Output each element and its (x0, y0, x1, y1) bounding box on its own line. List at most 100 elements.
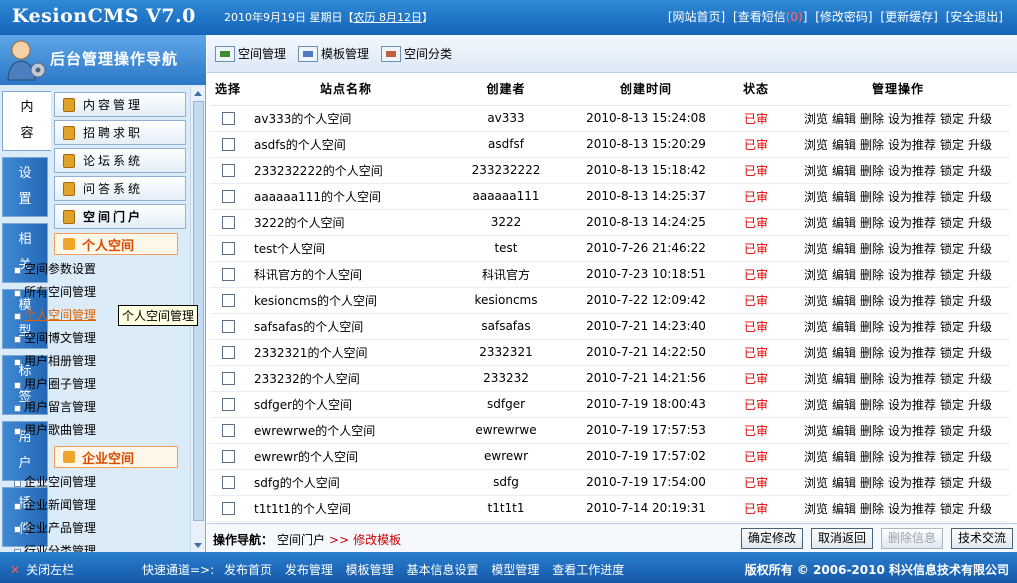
menu-message-manage[interactable]: 用户留言管理 (12, 396, 186, 419)
row-op-button[interactable]: 锁定 (940, 320, 964, 334)
row-op-button[interactable]: 浏览 (804, 320, 828, 334)
row-op-button[interactable]: 浏览 (804, 294, 828, 308)
row-op-button[interactable]: 浏览 (804, 268, 828, 282)
menu-song-manage[interactable]: 用户歌曲管理 (12, 419, 186, 442)
home-link[interactable]: [网站首页] (668, 10, 725, 24)
row-op-button[interactable]: 锁定 (940, 424, 964, 438)
row-checkbox[interactable] (221, 346, 235, 359)
row-op-button[interactable]: 设为推荐 (888, 112, 936, 126)
row-checkbox[interactable] (221, 476, 235, 489)
row-op-button[interactable]: 删除 (860, 138, 884, 152)
row-op-button[interactable]: 锁定 (940, 112, 964, 126)
row-op-button[interactable]: 浏览 (804, 138, 828, 152)
row-op-button[interactable]: 设为推荐 (888, 268, 936, 282)
row-checkbox[interactable] (221, 502, 235, 515)
row-op-button[interactable]: 编辑 (832, 450, 856, 464)
row-op-button[interactable]: 升级 (968, 398, 992, 412)
row-op-button[interactable]: 浏览 (804, 164, 828, 178)
row-op-button[interactable]: 设为推荐 (888, 164, 936, 178)
row-op-button[interactable]: 升级 (968, 450, 992, 464)
menu-album-manage[interactable]: 用户相册管理 (12, 350, 186, 373)
row-op-button[interactable]: 设为推荐 (888, 346, 936, 360)
delete-info-button[interactable]: 删除信息 (880, 528, 943, 549)
row-op-button[interactable]: 锁定 (940, 138, 964, 152)
space-category-button[interactable]: 空间分类 (381, 45, 452, 62)
row-op-button[interactable]: 删除 (860, 190, 884, 204)
row-op-button[interactable]: 锁定 (940, 294, 964, 308)
row-op-button[interactable]: 升级 (968, 242, 992, 256)
vtab-content[interactable]: 内容 (2, 91, 51, 151)
row-checkbox[interactable] (221, 138, 235, 151)
quick-publish-home[interactable]: 发布首页 (224, 563, 272, 577)
section-enterprise-space[interactable]: 企业空间 (54, 446, 178, 468)
row-op-button[interactable]: 升级 (968, 320, 992, 334)
row-op-button[interactable]: 设为推荐 (888, 476, 936, 490)
row-op-button[interactable]: 浏览 (804, 346, 828, 360)
quick-publish-manage[interactable]: 发布管理 (285, 563, 333, 577)
row-op-button[interactable]: 编辑 (832, 476, 856, 490)
row-op-button[interactable]: 升级 (968, 268, 992, 282)
menu-blog-manage[interactable]: 空间博文管理 (12, 327, 186, 350)
cancel-return-button[interactable]: 取消返回 (810, 528, 873, 549)
row-op-button[interactable]: 编辑 (832, 190, 856, 204)
row-op-button[interactable]: 升级 (968, 294, 992, 308)
row-op-button[interactable]: 编辑 (832, 320, 856, 334)
module-jobs[interactable]: 招聘求职 (54, 120, 186, 145)
row-op-button[interactable]: 设为推荐 (888, 294, 936, 308)
row-op-button[interactable]: 浏览 (804, 424, 828, 438)
row-op-button[interactable]: 编辑 (832, 268, 856, 282)
row-op-button[interactable]: 浏览 (804, 450, 828, 464)
menu-enterprise-manage[interactable]: 企业空间管理 (12, 471, 186, 494)
row-checkbox[interactable] (221, 450, 235, 463)
row-checkbox[interactable] (221, 372, 235, 385)
row-op-button[interactable]: 删除 (860, 346, 884, 360)
row-op-button[interactable]: 删除 (860, 242, 884, 256)
row-op-button[interactable]: 删除 (860, 476, 884, 490)
row-op-button[interactable]: 锁定 (940, 190, 964, 204)
row-op-button[interactable]: 浏览 (804, 372, 828, 386)
row-op-button[interactable]: 编辑 (832, 138, 856, 152)
row-op-button[interactable]: 锁定 (940, 164, 964, 178)
quick-basic-settings[interactable]: 基本信息设置 (407, 563, 479, 577)
section-personal-space[interactable]: 个人空间 (54, 233, 178, 255)
confirm-edit-button[interactable]: 确定修改 (740, 528, 803, 549)
row-op-button[interactable]: 锁定 (940, 372, 964, 386)
row-checkbox[interactable] (221, 242, 235, 255)
row-checkbox[interactable] (221, 398, 235, 411)
row-op-button[interactable]: 设为推荐 (888, 242, 936, 256)
row-op-button[interactable]: 浏览 (804, 242, 828, 256)
row-op-button[interactable]: 升级 (968, 502, 992, 516)
row-op-button[interactable]: 设为推荐 (888, 320, 936, 334)
refresh-cache-link[interactable]: [更新缓存] (880, 10, 937, 24)
row-op-button[interactable]: 编辑 (832, 502, 856, 516)
menu-space-settings[interactable]: 空间参数设置 (12, 258, 186, 281)
row-op-button[interactable]: 升级 (968, 476, 992, 490)
row-checkbox[interactable] (221, 268, 235, 281)
menu-enterprise-products[interactable]: 企业产品管理 (12, 517, 186, 540)
module-space-portal[interactable]: 空间门户 (54, 204, 186, 229)
menu-enterprise-news[interactable]: 企业新闻管理 (12, 494, 186, 517)
row-op-button[interactable]: 编辑 (832, 346, 856, 360)
row-op-button[interactable]: 升级 (968, 164, 992, 178)
row-checkbox[interactable] (221, 424, 235, 437)
row-op-button[interactable]: 浏览 (804, 398, 828, 412)
row-checkbox[interactable] (221, 320, 235, 333)
row-op-button[interactable]: 设为推荐 (888, 138, 936, 152)
row-checkbox[interactable] (221, 164, 235, 177)
vtab-settings[interactable]: 设置 (2, 157, 48, 217)
row-checkbox[interactable] (221, 294, 235, 307)
row-op-button[interactable]: 锁定 (940, 398, 964, 412)
quick-model-manage[interactable]: 模型管理 (491, 563, 539, 577)
row-op-button[interactable]: 锁定 (940, 502, 964, 516)
module-forum[interactable]: 论坛系统 (54, 148, 186, 173)
row-op-button[interactable]: 编辑 (832, 242, 856, 256)
row-op-button[interactable]: 升级 (968, 138, 992, 152)
menu-group-manage[interactable]: 用户圈子管理 (12, 373, 186, 396)
row-op-button[interactable]: 浏览 (804, 112, 828, 126)
row-op-button[interactable]: 删除 (860, 424, 884, 438)
row-checkbox[interactable] (221, 190, 235, 203)
row-op-button[interactable]: 设为推荐 (888, 450, 936, 464)
row-op-button[interactable]: 升级 (968, 190, 992, 204)
row-op-button[interactable]: 锁定 (940, 242, 964, 256)
messages-link[interactable]: [查看短信(0)] (733, 10, 807, 24)
